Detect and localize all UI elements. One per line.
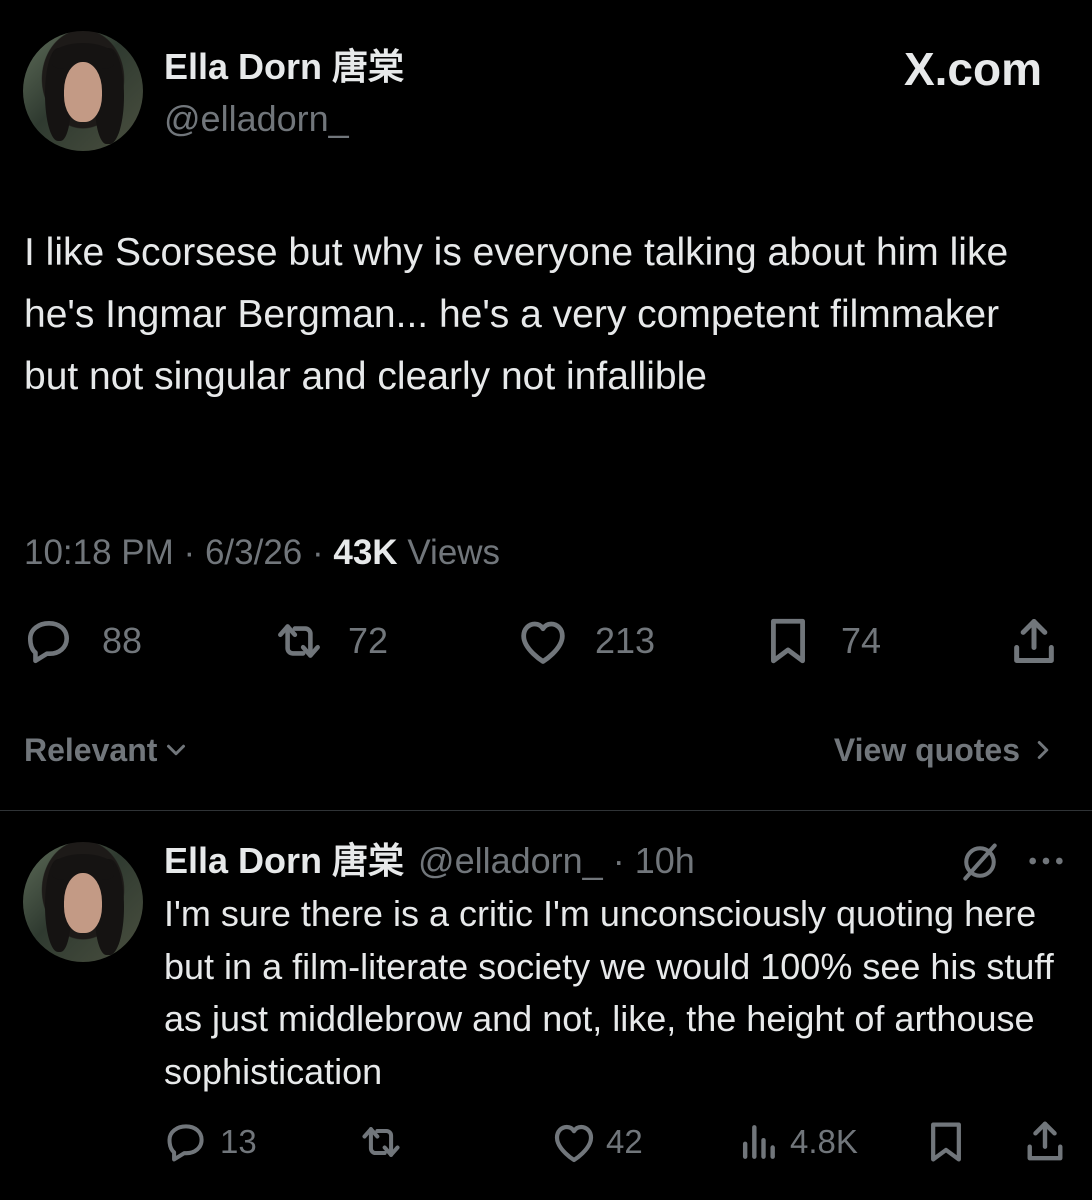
main-like-count: 213 bbox=[595, 620, 656, 661]
reply-icon bbox=[167, 1124, 204, 1162]
main-repost-count: 72 bbox=[348, 620, 389, 661]
view-quotes-label: View quotes bbox=[833, 731, 1020, 768]
main-like-action[interactable]: 213 bbox=[515, 616, 655, 666]
main-bookmark-action[interactable]: 74 bbox=[765, 616, 881, 666]
share-icon bbox=[1014, 619, 1054, 663]
main-tweet-avatar[interactable] bbox=[23, 31, 143, 151]
main-tweet-author-name[interactable]: Ella Dorn 唐棠 bbox=[164, 46, 404, 88]
reply-icon bbox=[27, 621, 70, 664]
section-divider bbox=[0, 810, 1092, 811]
heart-icon bbox=[521, 621, 565, 664]
main-tweet-author-handle[interactable]: @elladorn_ bbox=[164, 98, 349, 140]
reply-like-count: 42 bbox=[606, 1123, 643, 1160]
brand-label: X.com bbox=[903, 43, 1042, 95]
main-bookmark-count: 74 bbox=[841, 620, 882, 661]
reply-bookmark-action[interactable] bbox=[926, 1120, 966, 1164]
main-tweet-date[interactable]: 6/3/26 bbox=[205, 533, 302, 572]
grok-icon bbox=[963, 843, 997, 881]
grok-button[interactable] bbox=[958, 840, 1002, 884]
main-tweet-text: I like Scorsese but why is everyone talk… bbox=[24, 231, 1009, 398]
sort-dropdown[interactable]: Relevant bbox=[24, 730, 191, 770]
main-tweet-views-count[interactable]: 43K bbox=[333, 533, 397, 572]
reply-views-count: 4.8K bbox=[790, 1123, 858, 1160]
bookmark-icon bbox=[931, 1122, 961, 1162]
bookmark-icon bbox=[771, 618, 805, 664]
repost-icon bbox=[362, 1127, 400, 1157]
reply-repost-action[interactable] bbox=[355, 1120, 407, 1164]
main-reply-count: 88 bbox=[102, 620, 143, 661]
reply-tweet-header: Ella Dorn 唐棠 @elladorn_ · 10h bbox=[164, 840, 695, 882]
view-quotes-link[interactable]: View quotes bbox=[834, 730, 1058, 770]
sort-label: Relevant bbox=[24, 731, 158, 768]
share-icon bbox=[1027, 1121, 1063, 1161]
meta-separator: · bbox=[183, 533, 196, 572]
meta-separator: · bbox=[311, 533, 324, 572]
more-button[interactable] bbox=[1026, 846, 1066, 876]
main-repost-action[interactable]: 72 bbox=[270, 616, 388, 666]
main-share-action[interactable] bbox=[1010, 615, 1058, 667]
heart-icon bbox=[554, 1124, 594, 1163]
reply-like-action[interactable]: 42 bbox=[550, 1120, 643, 1164]
reply-tweet-avatar[interactable] bbox=[23, 842, 143, 962]
reply-tweet-time[interactable]: 10h bbox=[635, 840, 695, 881]
reply-views-action[interactable]: 4.8K bbox=[738, 1120, 858, 1164]
analytics-icon bbox=[742, 1125, 775, 1159]
reply-share-action[interactable] bbox=[1024, 1118, 1066, 1164]
reply-reply-action[interactable]: 13 bbox=[164, 1120, 257, 1164]
reply-tweet-author-name[interactable]: Ella Dorn 唐棠 bbox=[164, 840, 404, 881]
more-icon bbox=[1029, 857, 1063, 865]
chevron-right-icon bbox=[1037, 741, 1049, 759]
reply-tweet-text: I'm sure there is a critic I'm unconscio… bbox=[164, 893, 1054, 1092]
reply-separator: · bbox=[612, 840, 625, 881]
reply-reply-count: 13 bbox=[220, 1123, 257, 1160]
main-tweet-time[interactable]: 10:18 PM bbox=[24, 533, 174, 572]
chevron-down-icon bbox=[167, 744, 186, 756]
main-reply-action[interactable]: 88 bbox=[24, 616, 142, 666]
repost-icon bbox=[278, 624, 320, 658]
reply-tweet-author-handle[interactable]: @elladorn_ bbox=[418, 840, 603, 881]
main-tweet-meta: 10:18 PM · 6/3/26 · 43K Views bbox=[24, 533, 500, 573]
main-tweet-views-label: Views bbox=[407, 533, 501, 572]
